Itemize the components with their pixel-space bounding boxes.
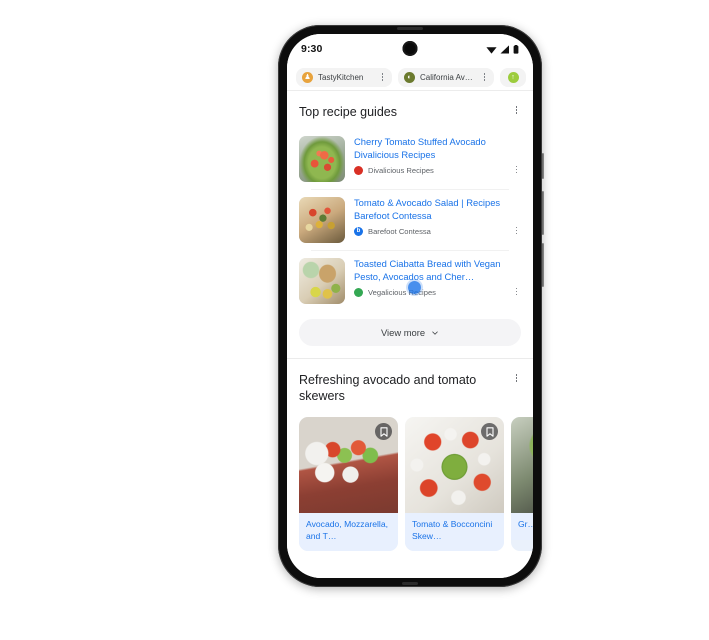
recipe-card-caption[interactable]: Tomato & Bocconcini Skew… (405, 513, 504, 552)
view-more-button[interactable]: View more (299, 319, 521, 346)
toasted-ciabatta-bread-photo (299, 258, 345, 304)
search-result-row[interactable]: Tomato & Avocado Salad | Recipes Barefoo… (299, 190, 521, 250)
cherry-tomato-stuffed-avocado-photo (299, 136, 345, 182)
tab-partial-third[interactable]: ↑ (500, 67, 526, 87)
section-menu-icon-refreshing-skewers[interactable] (512, 372, 521, 384)
recipe-card[interactable]: Gr… B… (511, 417, 533, 552)
section-menu-icon-top-recipe-guides[interactable] (512, 104, 521, 116)
result-source-name: Barefoot Contessa (368, 226, 431, 236)
volume-down-button[interactable] (541, 243, 544, 287)
result-title-link[interactable]: Cherry Tomato Stuffed Avocado Divaliciou… (354, 136, 521, 162)
view-more-container: View more (299, 311, 521, 358)
status-icons (486, 44, 519, 54)
result-source: b Barefoot Contessa (354, 226, 521, 236)
recipe-card-carousel[interactable]: Avocado, Mozzarella, and T… Tomato & Boc… (287, 413, 533, 552)
section-title-top-recipe-guides: Top recipe guides (299, 105, 397, 119)
result-title-link[interactable]: Toasted Ciabatta Bread with Vegan Pesto,… (354, 258, 521, 284)
grilled-skewers-photo (511, 417, 533, 513)
battery-icon (513, 44, 519, 54)
recipe-card-caption[interactable]: Avocado, Mozzarella, and T… (299, 513, 398, 552)
barefoot-contessa-favicon: b (354, 226, 363, 236)
tab-tastykitchen[interactable]: ♟ TastyKitchen (296, 67, 392, 87)
result-source-name: Divalicious Recipes (368, 165, 434, 175)
result-source: Vegalicious Recipes (354, 287, 521, 297)
status-bar: 9:30 (287, 34, 533, 64)
status-time: 9:30 (301, 43, 323, 55)
tab-california-avocado[interactable]: ◐ California Av… (398, 67, 494, 87)
green-site-favicon-glyph: ↑ (511, 73, 515, 81)
tab-menu-icon-california-avocado[interactable] (480, 71, 489, 83)
section-header: Refreshing avocado and tomato skewers (299, 359, 521, 413)
section-refreshing-skewers: Refreshing avocado and tomato skewers Av… (287, 359, 533, 552)
search-result-row[interactable]: Cherry Tomato Stuffed Avocado Divaliciou… (299, 129, 521, 189)
result-menu-icon[interactable] (512, 286, 521, 298)
view-more-label: View more (380, 327, 426, 338)
vegalicious-recipes-favicon (354, 287, 363, 297)
section-header: Top recipe guides (299, 91, 521, 129)
wifi-icon (486, 46, 497, 54)
volume-up-button[interactable] (541, 191, 544, 235)
earpiece-slit (397, 26, 423, 30)
recipe-card-caption[interactable]: Gr… B… (511, 513, 533, 540)
tab-label-tastykitchen: TastyKitchen (318, 72, 364, 82)
california-avocado-favicon-glyph: ◐ (407, 73, 412, 81)
web-page-content[interactable]: Top recipe guides Cherry Tomato Stuffed … (287, 90, 533, 578)
avocado-mozzarella-skewers-photo (299, 417, 398, 513)
result-title-link[interactable]: Tomato & Avocado Salad | Recipes Barefoo… (354, 197, 521, 223)
section-top-recipe-guides: Top recipe guides Cherry Tomato Stuffed … (287, 91, 533, 358)
result-menu-icon[interactable] (512, 164, 521, 176)
tab-label-california-avocado: California Av… (420, 72, 473, 82)
signal-icon (500, 44, 509, 53)
bottom-speaker-slit (402, 582, 418, 585)
chevron-down-icon (432, 330, 438, 335)
search-result-row[interactable]: Toasted Ciabatta Bread with Vegan Pesto,… (299, 251, 521, 311)
tomato-avocado-salad-photo (299, 197, 345, 243)
phone-device-frame: 9:30 ♟ TastyKitchen ◐ California Av… ↑ T… (278, 25, 544, 587)
result-source: Divalicious Recipes (354, 165, 521, 175)
tastykitchen-favicon: ♟ (302, 71, 313, 83)
recipe-card[interactable]: Tomato & Bocconcini Skew… (405, 417, 504, 552)
phone-screen: 9:30 ♟ TastyKitchen ◐ California Av… ↑ T… (287, 34, 533, 578)
mute-switch[interactable] (541, 153, 544, 179)
bookmark-icon[interactable] (481, 423, 498, 440)
browser-tab-strip[interactable]: ♟ TastyKitchen ◐ California Av… ↑ (287, 64, 533, 90)
bookmark-icon[interactable] (375, 423, 392, 440)
result-menu-icon[interactable] (512, 225, 521, 237)
tab-menu-icon-tastykitchen[interactable] (378, 71, 387, 83)
section-title-refreshing-skewers: Refreshing avocado and tomato skewers (299, 373, 477, 403)
tastykitchen-favicon-glyph: ♟ (304, 74, 311, 81)
tomato-bocconcini-skewers-photo (405, 417, 504, 513)
california-avocado-favicon: ◐ (404, 71, 415, 83)
divalicious-recipes-favicon (354, 165, 363, 175)
recipe-card[interactable]: Avocado, Mozzarella, and T… (299, 417, 398, 552)
green-site-favicon: ↑ (507, 71, 519, 83)
front-camera-cutout (402, 41, 418, 56)
result-source-name: Vegalicious Recipes (368, 287, 436, 297)
